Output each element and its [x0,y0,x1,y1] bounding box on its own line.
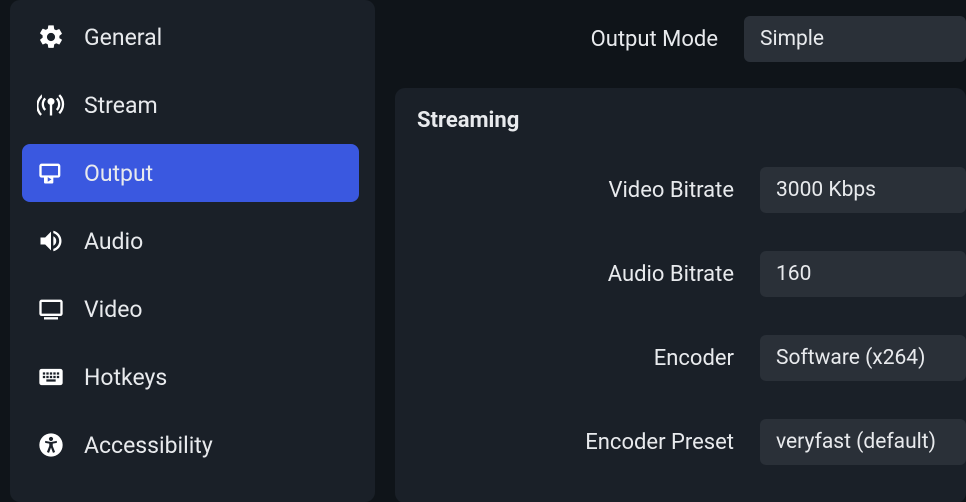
monitor-icon [36,294,66,324]
antenna-icon [36,90,66,120]
sidebar-item-label: Output [84,160,153,187]
encoder-preset-row: Encoder Preset veryfast (default) [417,419,966,465]
encoder-preset-label: Encoder Preset [417,430,760,455]
output-mode-select[interactable]: Simple [744,16,966,62]
sidebar-item-label: Accessibility [84,432,213,459]
output-mode-row: Output Mode Simple [395,0,966,88]
audio-bitrate-row: Audio Bitrate 160 [417,251,966,297]
sidebar-item-label: General [84,24,162,51]
sidebar-item-label: Audio [84,228,143,255]
main-content: Output Mode Simple Streaming Video Bitra… [375,0,966,502]
sidebar-item-stream[interactable]: Stream [22,76,359,134]
sidebar-item-label: Video [84,296,143,323]
panel-title-streaming: Streaming [417,108,966,133]
encoder-label: Encoder [417,346,760,371]
sidebar-item-video[interactable]: Video [22,280,359,338]
sidebar-item-label: Hotkeys [84,364,167,391]
video-bitrate-label: Video Bitrate [417,178,760,203]
keyboard-icon [36,362,66,392]
gear-icon [36,22,66,52]
speaker-icon [36,226,66,256]
output-mode-label: Output Mode [395,27,744,52]
encoder-row: Encoder Software (x264) [417,335,966,381]
streaming-panel: Streaming Video Bitrate 3000 Kbps Audio … [395,88,966,502]
audio-bitrate-label: Audio Bitrate [417,262,760,287]
video-bitrate-input[interactable]: 3000 Kbps [760,167,966,213]
accessibility-icon [36,430,66,460]
sidebar-item-audio[interactable]: Audio [22,212,359,270]
audio-bitrate-select[interactable]: 160 [760,251,966,297]
sidebar-item-label: Stream [84,92,158,119]
output-icon [36,158,66,188]
settings-sidebar: General Stream Output Audio Video Hotkey… [10,0,375,502]
sidebar-item-general[interactable]: General [22,8,359,66]
encoder-preset-select[interactable]: veryfast (default) [760,419,966,465]
sidebar-item-output[interactable]: Output [22,144,359,202]
encoder-select[interactable]: Software (x264) [760,335,966,381]
sidebar-item-hotkeys[interactable]: Hotkeys [22,348,359,406]
video-bitrate-row: Video Bitrate 3000 Kbps [417,167,966,213]
sidebar-item-accessibility[interactable]: Accessibility [22,416,359,474]
